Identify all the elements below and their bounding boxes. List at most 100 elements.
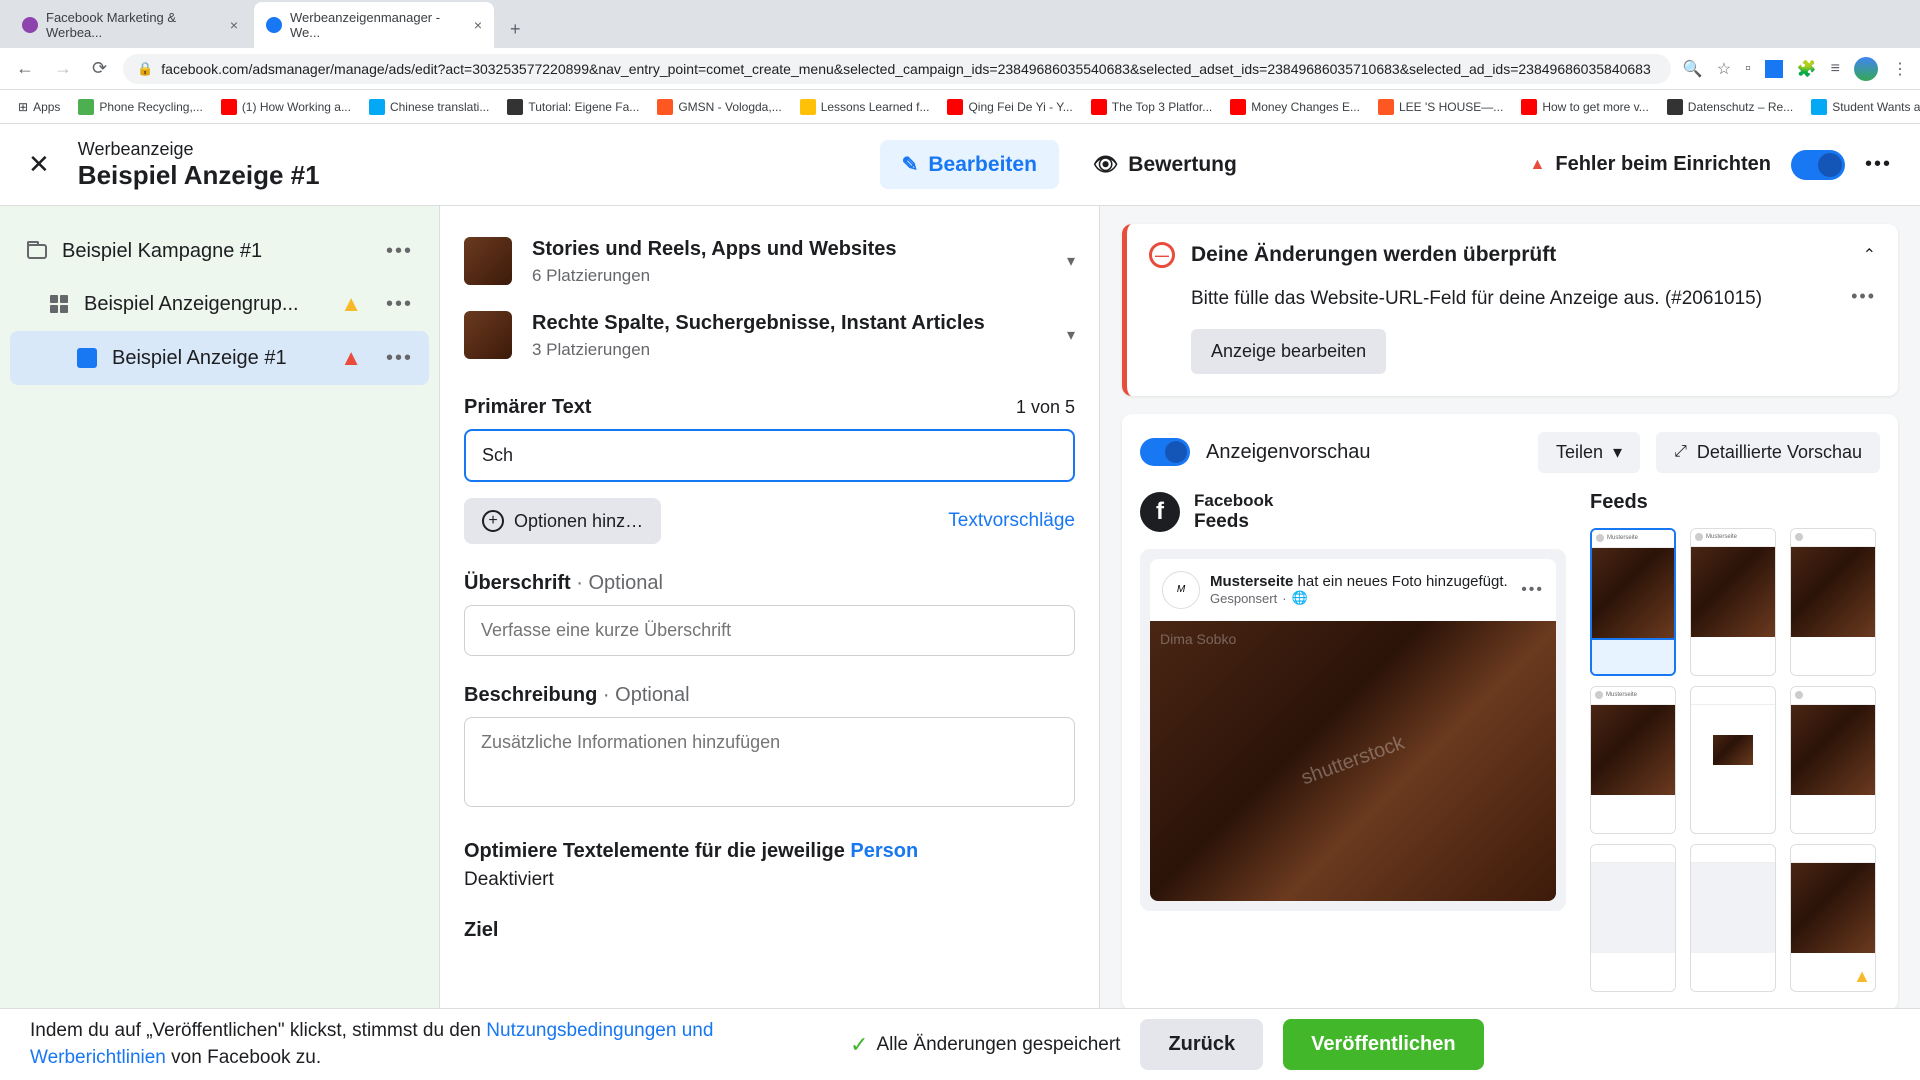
eye-icon: 👁 (1093, 152, 1118, 177)
bookmark-item[interactable]: The Top 3 Platfor... (1085, 95, 1219, 119)
headline-input[interactable] (464, 605, 1075, 656)
plus-circle-icon: + (482, 510, 504, 532)
profile-avatar[interactable] (1854, 57, 1878, 81)
preview-thumb[interactable] (1690, 686, 1776, 834)
browser-tab-active[interactable]: Werbeanzeigenmanager - We... × (254, 2, 494, 48)
bookmark-item[interactable]: Chinese translati... (363, 95, 495, 119)
preview-thumb[interactable]: Musterseite (1590, 528, 1676, 676)
star-icon[interactable]: ☆ (1717, 59, 1731, 79)
tab-edit[interactable]: ✎ Bearbeiten (880, 140, 1059, 189)
cast-icon[interactable]: ▫ (1745, 60, 1751, 78)
status-toggle[interactable] (1791, 150, 1845, 180)
close-button[interactable]: ✕ (28, 149, 50, 180)
back-button[interactable]: Zurück (1140, 1019, 1263, 1070)
error-card-header[interactable]: — Deine Änderungen werden überprüft ⌃ (1127, 224, 1898, 286)
check-icon: ✓ (850, 1032, 868, 1058)
thumbs-section-title: Feeds (1590, 491, 1880, 514)
preview-thumbnails: Feeds Musterseite Musterseite Musterseit… (1590, 491, 1880, 992)
bookmark-item[interactable]: Student Wants an... (1805, 95, 1920, 119)
description-input[interactable] (464, 717, 1075, 807)
error-message: Bitte fülle das Website-URL-Feld für dei… (1191, 286, 1839, 313)
browser-tabs-bar: Facebook Marketing & Werbea... × Werbean… (0, 0, 1920, 48)
tree-item-adset[interactable]: Beispiel Anzeigengrup... ▲ ••• (10, 277, 429, 331)
bookmark-item[interactable]: LEE 'S HOUSE—... (1372, 95, 1509, 119)
header-tabs: ✎ Bearbeiten 👁 Bewertung (880, 140, 1259, 189)
preview-thumb[interactable]: Musterseite (1590, 686, 1676, 834)
bookmark-item[interactable]: Phone Recycling,... (72, 95, 208, 119)
text-suggestions-link[interactable]: Textvorschläge (948, 510, 1075, 532)
chevron-down-icon: ▾ (1067, 251, 1075, 271)
globe-icon: 🌐 (1292, 590, 1308, 606)
ad-preview-frame: M Musterseite hat ein neues Foto hinzuge… (1140, 549, 1566, 911)
zoom-icon[interactable]: 🔍 (1683, 59, 1703, 79)
bookmark-item[interactable]: Datenschutz – Re... (1661, 95, 1799, 119)
platform-name: Facebook (1194, 491, 1273, 511)
placement-thumbnail (464, 237, 512, 285)
edit-ad-button[interactable]: Anzeige bearbeiten (1191, 329, 1386, 374)
more-icon[interactable]: ••• (1851, 286, 1876, 307)
extensions-icon[interactable]: 🧩 (1797, 59, 1817, 79)
placement-group[interactable]: Stories und Reels, Apps und Websites 6 P… (464, 224, 1075, 298)
grid-icon: ⊞ (18, 100, 28, 114)
bookmark-icon (507, 99, 523, 115)
bookmark-item[interactable]: Lessons Learned f... (794, 95, 936, 119)
url-input[interactable]: 🔒 facebook.com/adsmanager/manage/ads/edi… (123, 54, 1671, 84)
new-tab-button[interactable]: + (498, 11, 533, 48)
warning-icon: ▲ (340, 291, 362, 317)
bookmark-icon (1811, 99, 1827, 115)
preview-thumb[interactable]: Musterseite (1690, 528, 1776, 676)
bookmark-item[interactable]: Qing Fei De Yi - Y... (941, 95, 1078, 119)
adset-icon (48, 293, 70, 315)
publish-button[interactable]: Veröffentlichen (1283, 1019, 1483, 1070)
facebook-logo-icon: f (1140, 492, 1180, 532)
bookmark-item[interactable]: GMSN - Vologda,... (651, 95, 787, 119)
more-menu-icon[interactable]: ••• (1865, 153, 1892, 176)
tab-close-icon[interactable]: × (230, 17, 238, 33)
error-title: Deine Änderungen werden überprüft (1191, 243, 1847, 267)
expand-icon: ⤢ (1674, 443, 1687, 461)
ad-icon (76, 347, 98, 369)
forward-icon[interactable]: → (50, 54, 76, 83)
setup-error-indicator[interactable]: ▲ Fehler beim Einrichten (1530, 153, 1771, 176)
preview-thumb[interactable] (1590, 844, 1676, 992)
menu-icon[interactable]: ⋮ (1892, 59, 1908, 79)
share-button[interactable]: Teilen ▾ (1538, 432, 1640, 473)
more-icon[interactable]: ••• (386, 347, 413, 370)
reader-icon[interactable]: ≡ (1831, 60, 1840, 78)
page-avatar: M (1162, 571, 1200, 609)
detailed-preview-button[interactable]: ⤢ Detaillierte Vorschau (1656, 432, 1880, 473)
placement-title: Rechte Spalte, Suchergebnisse, Instant A… (532, 310, 1047, 336)
primary-text-label: Primärer Text (464, 396, 591, 419)
tree-item-campaign[interactable]: Beispiel Kampagne #1 ••• (10, 226, 429, 277)
preview-thumb[interactable] (1690, 844, 1776, 992)
tab-review[interactable]: 👁 Bewertung (1071, 140, 1259, 189)
ad-preview-card: Anzeigenvorschau Teilen ▾ ⤢ Detaillierte… (1122, 414, 1898, 1008)
more-icon[interactable]: ••• (386, 293, 413, 316)
preview-thumb[interactable] (1790, 686, 1876, 834)
primary-text-input[interactable] (464, 429, 1075, 482)
ad-headline-text: Musterseite hat ein neues Foto hinzugefü… (1210, 573, 1508, 590)
tree-item-ad[interactable]: Beispiel Anzeige #1 ▲ ••• (10, 331, 429, 385)
bookmark-item[interactable]: Tutorial: Eigene Fa... (501, 95, 645, 119)
bookmark-item[interactable]: How to get more v... (1515, 95, 1654, 119)
preview-panel: — Deine Änderungen werden überprüft ⌃ Bi… (1100, 206, 1920, 1008)
url-text: facebook.com/adsmanager/manage/ads/edit?… (161, 61, 1650, 77)
tab-close-icon[interactable]: × (474, 17, 482, 33)
preview-thumb[interactable]: ▲ (1790, 844, 1876, 992)
bookmark-item[interactable]: (1) How Working a... (215, 95, 357, 119)
post-menu-icon[interactable]: ••• (1521, 581, 1544, 599)
preview-toggle[interactable] (1140, 438, 1190, 466)
fb-extension-icon[interactable] (1765, 60, 1783, 78)
browser-tab[interactable]: Facebook Marketing & Werbea... × (10, 2, 250, 48)
more-icon[interactable]: ••• (386, 240, 413, 263)
add-options-button[interactable]: + Optionen hinz… (464, 498, 661, 544)
bookmark-item[interactable]: ⊞Apps (12, 96, 66, 118)
main-layout: Beispiel Kampagne #1 ••• Beispiel Anzeig… (0, 206, 1920, 1008)
placement-group[interactable]: Rechte Spalte, Suchergebnisse, Instant A… (464, 298, 1075, 372)
headline-label: Überschrift · Optional (464, 572, 1075, 595)
tab-favicon (266, 17, 282, 33)
preview-thumb[interactable] (1790, 528, 1876, 676)
back-icon[interactable]: ← (12, 54, 38, 83)
reload-icon[interactable]: ⟳ (88, 54, 111, 83)
bookmark-item[interactable]: Money Changes E... (1224, 95, 1366, 119)
